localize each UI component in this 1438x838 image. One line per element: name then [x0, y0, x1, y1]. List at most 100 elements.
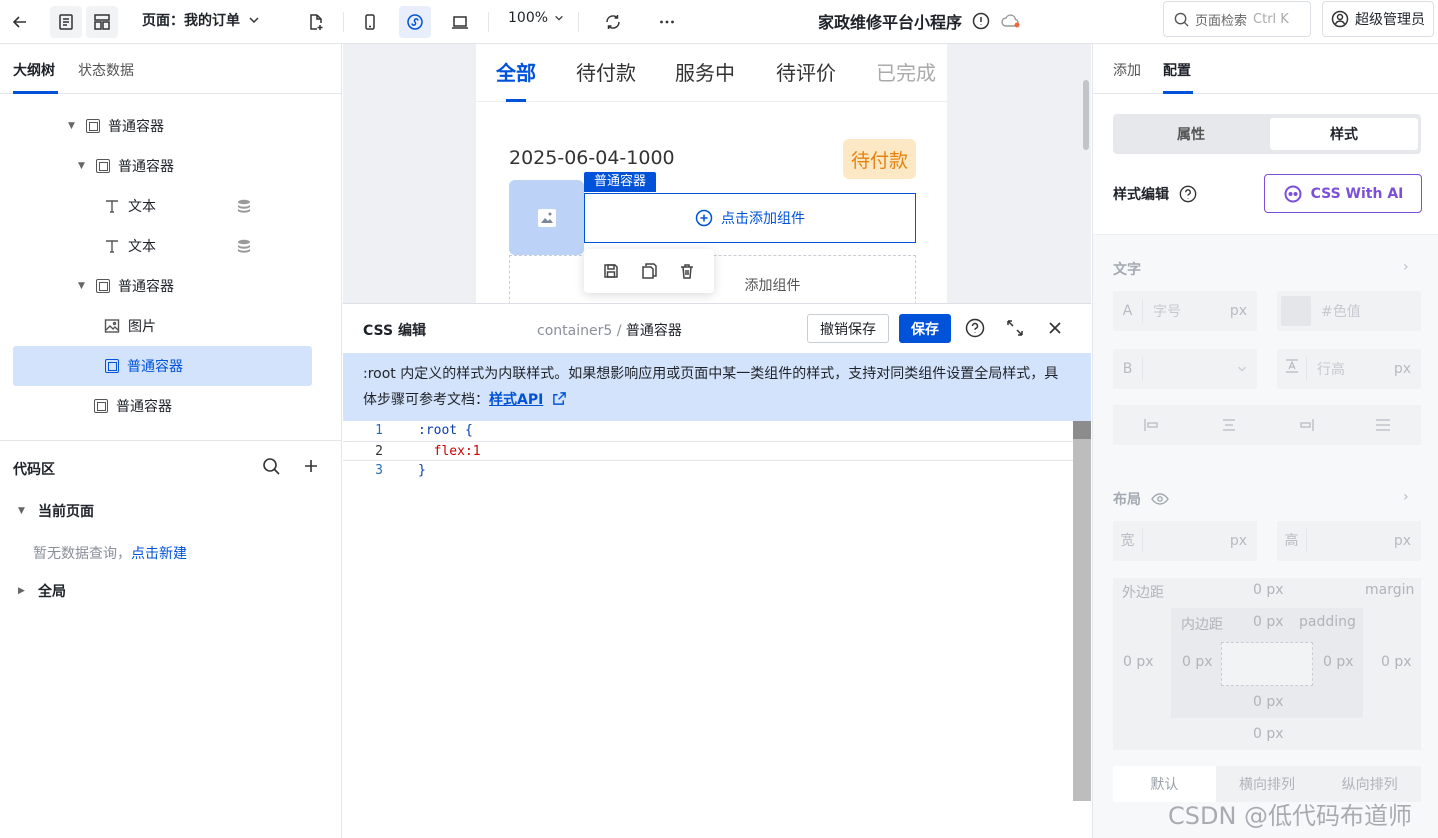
empty-text: 暂无数据查询， [33, 546, 131, 562]
tree-node-container[interactable]: 普通容器 [94, 386, 172, 426]
revert-save-button[interactable]: 撤销保存 [807, 314, 889, 343]
tab-pending-payment[interactable]: 待付款 [576, 57, 636, 86]
save-icon[interactable] [602, 262, 620, 280]
refresh-icon[interactable] [597, 6, 629, 38]
align-center-icon[interactable] [1221, 418, 1237, 432]
mobile-device-icon[interactable] [354, 6, 386, 38]
tree-node-text[interactable]: 文本 [104, 226, 344, 266]
desktop-device-icon[interactable] [444, 6, 476, 38]
design-canvas: 全部 待付款 服务中 待评价 已完成 2025-06-04-1000 待付款 普… [343, 44, 1091, 303]
tree-node-text[interactable]: 文本 [104, 186, 344, 226]
layout-template-icon[interactable] [86, 6, 118, 38]
new-page-icon[interactable] [300, 6, 332, 38]
font-size-prefix: A [1113, 299, 1143, 323]
more-icon[interactable] [651, 6, 683, 38]
padding-right-value[interactable]: 0 px [1323, 654, 1354, 670]
height-field[interactable]: 高 px [1277, 521, 1421, 561]
font-size-field[interactable]: A 字号 px [1113, 291, 1257, 331]
save-button[interactable]: 保存 [899, 314, 951, 343]
tab-in-service[interactable]: 服务中 [675, 57, 735, 86]
align-justify-icon[interactable] [1375, 418, 1391, 432]
font-weight-select[interactable]: B [1113, 349, 1257, 389]
expand-icon[interactable] [1005, 318, 1025, 338]
help-icon[interactable] [965, 318, 985, 338]
page-search-input[interactable]: 页面检索 Ctrl K [1163, 1, 1311, 37]
editor-scrollbar-thumb[interactable] [1073, 421, 1091, 439]
caret-down-icon[interactable]: ▼ [78, 281, 88, 291]
search-icon[interactable] [262, 457, 280, 475]
canvas-scrollbar[interactable] [1083, 80, 1089, 150]
align-right-icon[interactable] [1298, 418, 1314, 432]
zoom-selector[interactable]: 100% [508, 10, 564, 26]
info-icon[interactable] [972, 12, 990, 30]
create-query-link[interactable]: 点击新建 [131, 546, 187, 562]
phone-preview: 全部 待付款 服务中 待评价 已完成 2025-06-04-1000 待付款 普… [476, 44, 947, 303]
tab-state-data[interactable]: 状态数据 [78, 60, 134, 80]
selected-container[interactable]: 点击添加组件 [584, 193, 916, 243]
tree-node-label: 文本 [128, 239, 156, 255]
add-icon[interactable] [302, 457, 320, 475]
align-left-icon[interactable] [1143, 418, 1160, 432]
page-selector[interactable]: 页面：我的订单 [142, 10, 260, 30]
caret-down-icon[interactable]: ▼ [68, 121, 78, 131]
color-swatch[interactable] [1281, 296, 1311, 326]
editor-scrollbar-track[interactable] [1073, 421, 1091, 801]
external-link-icon[interactable] [552, 391, 567, 406]
caret-down-icon[interactable]: ▼ [78, 161, 88, 171]
tab-all[interactable]: 全部 [496, 57, 536, 86]
tab-to-review[interactable]: 待评价 [776, 57, 836, 86]
margin-en-label: margin [1365, 582, 1415, 598]
margin-top-value[interactable]: 0 px [1253, 582, 1284, 598]
close-icon[interactable] [1045, 318, 1065, 338]
eye-icon[interactable] [1151, 492, 1169, 506]
color-field[interactable]: #色值 [1277, 291, 1421, 331]
tree-node-container-selected[interactable]: 普通容器 [13, 346, 312, 386]
delete-icon[interactable] [678, 262, 696, 280]
cloud-status-icon[interactable] [1000, 12, 1022, 30]
chevron-right-icon[interactable]: › [1403, 259, 1409, 275]
page-outline-icon[interactable] [50, 6, 82, 38]
tab-add[interactable]: 添加 [1113, 60, 1141, 80]
margin-left-value[interactable]: 0 px [1123, 654, 1154, 670]
layout-section-title[interactable]: 布局 [1113, 489, 1169, 509]
tree-node-container[interactable]: ▼ 普通容器 [68, 106, 164, 146]
style-api-link[interactable]: 样式API [489, 392, 543, 408]
tree-node-container[interactable]: ▼ 普通容器 [78, 266, 174, 306]
segment-style[interactable]: 样式 [1270, 118, 1418, 150]
copy-icon[interactable] [640, 262, 658, 280]
back-arrow-icon[interactable] [4, 6, 36, 38]
active-tab-indicator [13, 91, 58, 94]
user-menu-button[interactable]: 超级管理员 [1322, 1, 1434, 37]
order-thumbnail[interactable] [509, 180, 584, 255]
segment-properties[interactable]: 属性 [1117, 118, 1265, 150]
text-type-icon [106, 240, 118, 253]
caret-down-icon[interactable]: ▼ [18, 506, 28, 516]
empty-query-tip: 暂无数据查询，点击新建 [33, 543, 187, 563]
tab-config[interactable]: 配置 [1163, 60, 1191, 80]
code-editor[interactable]: 1 :root { 2 flex:1 3 } [343, 421, 1091, 838]
selected-component-tag[interactable]: 普通容器 [584, 172, 657, 192]
help-icon[interactable] [1179, 185, 1197, 203]
text-section-title[interactable]: 文字 [1113, 259, 1141, 279]
line-number: 2 [375, 444, 383, 459]
tree-node-container[interactable]: ▼ 普通容器 [78, 146, 174, 186]
breadcrumb-parent[interactable]: container5 [537, 323, 612, 339]
caret-right-icon[interactable]: ▶ [18, 586, 28, 596]
padding-top-value[interactable]: 0 px [1253, 614, 1284, 630]
width-field[interactable]: 宽 px [1113, 521, 1257, 561]
margin-right-value[interactable]: 0 px [1381, 654, 1412, 670]
miniprogram-device-icon[interactable] [399, 6, 431, 38]
global-group[interactable]: ▶ 全局 [18, 581, 66, 601]
tab-outline-tree[interactable]: 大纲树 [13, 60, 55, 80]
data-binding-icon[interactable] [237, 199, 251, 213]
chevron-right-icon[interactable]: › [1403, 489, 1409, 505]
data-binding-icon[interactable] [237, 239, 251, 253]
line-height-field[interactable]: 行高 px [1277, 349, 1421, 389]
margin-bottom-value[interactable]: 0 px [1253, 726, 1284, 742]
tree-node-image[interactable]: 图片 [104, 306, 156, 346]
tab-completed[interactable]: 已完成 [876, 57, 936, 86]
current-page-group[interactable]: ▼ 当前页面 [18, 501, 94, 521]
padding-bottom-value[interactable]: 0 px [1253, 694, 1284, 710]
css-with-ai-button[interactable]: CSS With AI [1264, 174, 1422, 213]
padding-left-value[interactable]: 0 px [1182, 654, 1213, 670]
